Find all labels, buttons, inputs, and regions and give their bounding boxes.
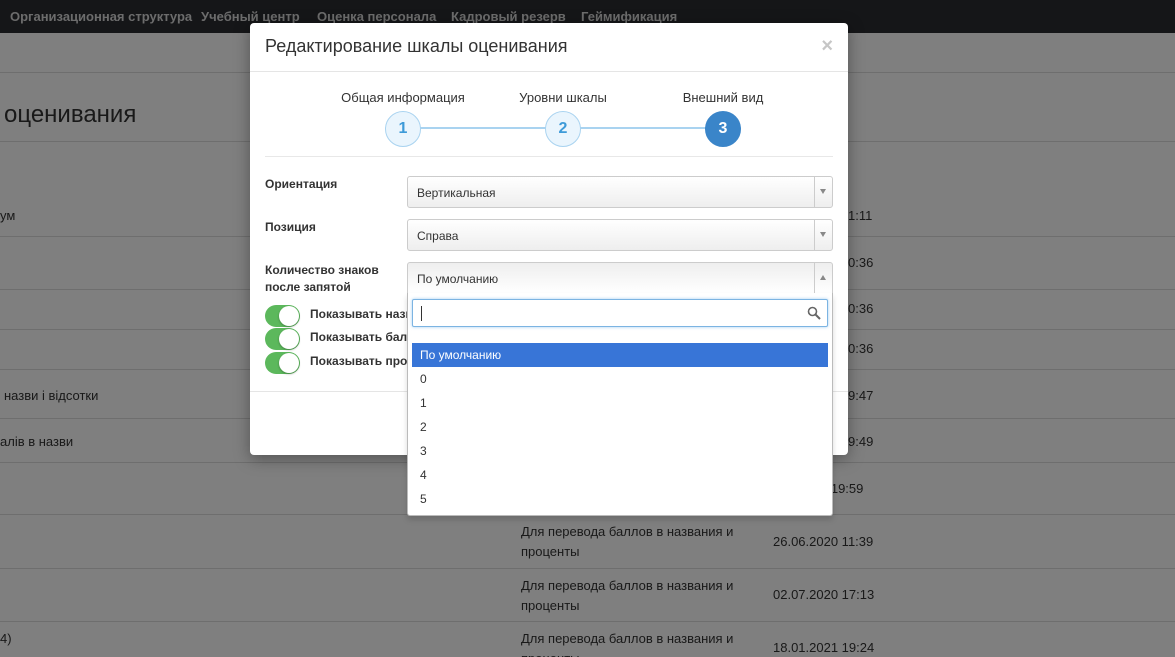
- show-percent-toggle[interactable]: [265, 352, 300, 374]
- position-value: Справа: [417, 229, 459, 243]
- option-5[interactable]: 5: [412, 487, 828, 511]
- search-icon: [807, 306, 821, 320]
- modal-header: Редактирование шкалы оценивания ×: [250, 23, 848, 72]
- dropdown-options: По умолчанию 0 1 2 3 4 5: [412, 343, 828, 511]
- show-points-toggle[interactable]: [265, 328, 300, 350]
- dropdown-search-input[interactable]: [419, 304, 799, 322]
- wizard-connector: [403, 127, 563, 129]
- position-label: Позиция: [265, 220, 316, 234]
- chevron-down-icon: [820, 232, 826, 237]
- step-label-levels: Уровни шкалы: [519, 90, 607, 105]
- wizard-divider: [265, 156, 833, 157]
- select-arrow: [814, 220, 832, 250]
- step-label-appearance: Внешний вид: [682, 90, 764, 105]
- show-percent-label: Показывать проц: [310, 354, 408, 368]
- option-0[interactable]: 0: [412, 367, 828, 391]
- text-cursor: [421, 306, 422, 321]
- toggle-knob: [279, 329, 299, 349]
- option-1[interactable]: 1: [412, 391, 828, 415]
- wizard-connector: [563, 127, 723, 129]
- position-select[interactable]: Справа: [407, 219, 833, 251]
- chevron-up-icon: [820, 275, 826, 280]
- option-3[interactable]: 3: [412, 439, 828, 463]
- orientation-select[interactable]: Вертикальная: [407, 176, 833, 208]
- step-3-button[interactable]: 3: [705, 111, 741, 147]
- toggle-knob: [279, 306, 299, 326]
- decimals-label: Количество знаков после запятой: [265, 263, 379, 294]
- orientation-value: Вертикальная: [417, 186, 496, 200]
- decimals-value: По умолчанию: [417, 272, 499, 286]
- select-arrow: [814, 177, 832, 207]
- option-default[interactable]: По умолчанию: [412, 343, 828, 367]
- decimals-dropdown: По умолчанию 0 1 2 3 4 5: [407, 293, 833, 516]
- close-icon[interactable]: ×: [821, 36, 833, 56]
- chevron-down-icon: [820, 189, 826, 194]
- option-2[interactable]: 2: [412, 415, 828, 439]
- orientation-label: Ориентация: [265, 177, 338, 191]
- show-points-label: Показывать балл: [310, 330, 408, 344]
- option-4[interactable]: 4: [412, 463, 828, 487]
- toggle-knob: [279, 353, 299, 373]
- step-label-general: Общая информация: [341, 90, 465, 105]
- step-1-button[interactable]: 1: [385, 111, 421, 147]
- modal-title: Редактирование шкалы оценивания: [265, 36, 568, 56]
- step-2-button[interactable]: 2: [545, 111, 581, 147]
- dropdown-search[interactable]: [412, 299, 828, 327]
- show-names-toggle[interactable]: [265, 305, 300, 327]
- show-names-label: Показывать назв: [310, 307, 408, 321]
- select-arrow: [814, 263, 832, 293]
- wizard-steps: Общая информация Уровни шкалы Внешний ви…: [250, 72, 848, 157]
- decimals-select[interactable]: По умолчанию: [407, 262, 833, 294]
